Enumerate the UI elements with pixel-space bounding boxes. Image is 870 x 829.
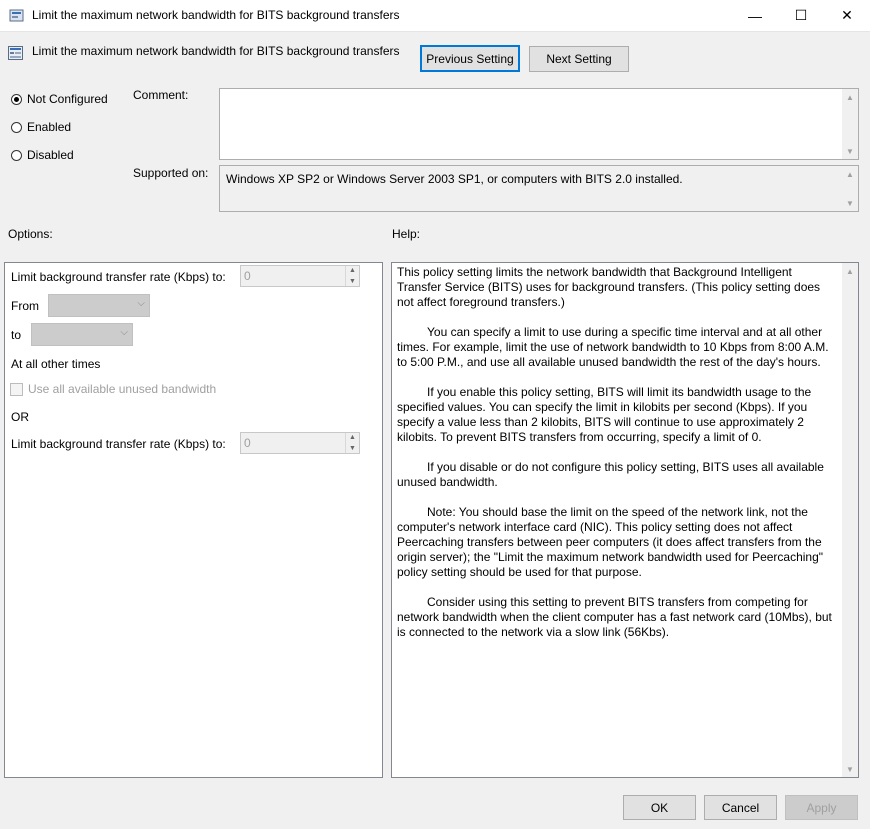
minimize-button[interactable]: — [732, 0, 778, 31]
setting-title: Limit the maximum network bandwidth for … [32, 44, 400, 58]
help-paragraph: If you enable this policy setting, BITS … [397, 385, 812, 444]
scroll-up-icon[interactable]: ▲ [842, 89, 858, 105]
comment-scrollbar[interactable]: ▲ ▼ [842, 89, 858, 159]
scroll-up-icon[interactable]: ▲ [842, 166, 858, 182]
spin-up-icon[interactable]: ▲ [349, 267, 356, 274]
scroll-down-icon[interactable]: ▼ [842, 143, 858, 159]
options-heading: Options: [8, 227, 53, 241]
other-times-label: At all other times [11, 357, 101, 371]
checkbox-box [10, 382, 23, 396]
close-icon: ✕ [841, 7, 853, 23]
rate-label-1: Limit background transfer rate (Kbps) to… [11, 270, 226, 284]
comment-label: Comment: [133, 88, 189, 102]
or-label: OR [11, 410, 29, 424]
rate-label-2: Limit background transfer rate (Kbps) to… [11, 437, 226, 451]
apply-button[interactable]: Apply [785, 795, 858, 820]
rate-spinner-2[interactable]: 0 ▲ ▼ [240, 432, 360, 454]
radio-label: Disabled [27, 148, 74, 162]
spin-up-icon[interactable]: ▲ [349, 434, 356, 441]
setting-icon [8, 46, 23, 60]
radio-enabled[interactable]: Enabled [11, 120, 71, 134]
cancel-button[interactable]: Cancel [704, 795, 777, 820]
help-text: This policy setting limits the network b… [397, 265, 837, 655]
help-heading: Help: [392, 227, 421, 241]
rate-value-2: 0 [244, 436, 251, 450]
chevron-down-icon: ⌵ [120, 327, 128, 338]
to-label: to [11, 328, 22, 342]
from-label: From [11, 299, 39, 313]
radio-dot [11, 121, 22, 133]
policy-icon [9, 9, 24, 22]
scroll-down-icon[interactable]: ▼ [842, 761, 858, 777]
next-setting-button[interactable]: Next Setting [529, 46, 629, 72]
radio-disabled[interactable]: Disabled [11, 148, 74, 162]
rate-value-1: 0 [244, 269, 251, 283]
scroll-down-icon[interactable]: ▼ [842, 195, 858, 211]
maximize-button[interactable]: ☐ [778, 0, 824, 31]
help-paragraph: If you disable or do not configure this … [397, 460, 824, 489]
to-time-select[interactable]: ⌵ [31, 323, 133, 346]
scroll-up-icon[interactable]: ▲ [842, 263, 858, 279]
supported-on-value: Windows XP SP2 or Windows Server 2003 SP… [226, 172, 683, 186]
maximize-icon: ☐ [794, 7, 808, 23]
use-all-bandwidth-label: Use all available unused bandwidth [28, 382, 217, 396]
help-paragraph: Consider using this setting to prevent B… [397, 595, 832, 639]
help-scrollbar[interactable]: ▲ ▼ [842, 263, 858, 777]
spin-down-icon[interactable]: ▼ [349, 278, 356, 285]
help-paragraph: You can specify a limit to use during a … [397, 325, 829, 369]
previous-setting-button[interactable]: Previous Setting [420, 45, 520, 72]
ok-button[interactable]: OK [623, 795, 696, 820]
radio-label: Not Configured [27, 92, 108, 106]
minimize-icon: — [748, 7, 762, 24]
close-button[interactable]: ✕ [824, 0, 870, 31]
options-panel: Limit background transfer rate (Kbps) to… [4, 262, 383, 778]
use-all-bandwidth-checkbox[interactable]: Use all available unused bandwidth [10, 382, 216, 396]
radio-label: Enabled [27, 120, 72, 134]
supported-on-field: Windows XP SP2 or Windows Server 2003 SP… [219, 165, 859, 212]
title-bar: Limit the maximum network bandwidth for … [0, 0, 870, 32]
rate-spinner-1[interactable]: 0 ▲ ▼ [240, 265, 360, 287]
radio-dot [11, 149, 22, 161]
supported-on-label: Supported on: [133, 166, 209, 180]
radio-dot [11, 93, 22, 105]
help-panel: This policy setting limits the network b… [391, 262, 859, 778]
from-time-select[interactable]: ⌵ [48, 294, 150, 317]
comment-textarea[interactable]: ▲ ▼ [219, 88, 859, 160]
help-paragraph: This policy setting limits the network b… [397, 265, 821, 309]
help-paragraph: Note: You should base the limit on the s… [397, 505, 824, 579]
window-title: Limit the maximum network bandwidth for … [32, 8, 400, 22]
radio-not-configured[interactable]: Not Configured [11, 92, 108, 106]
chevron-down-icon: ⌵ [137, 298, 145, 309]
supported-scrollbar[interactable]: ▲ ▼ [842, 166, 858, 211]
spin-down-icon[interactable]: ▼ [349, 445, 356, 452]
